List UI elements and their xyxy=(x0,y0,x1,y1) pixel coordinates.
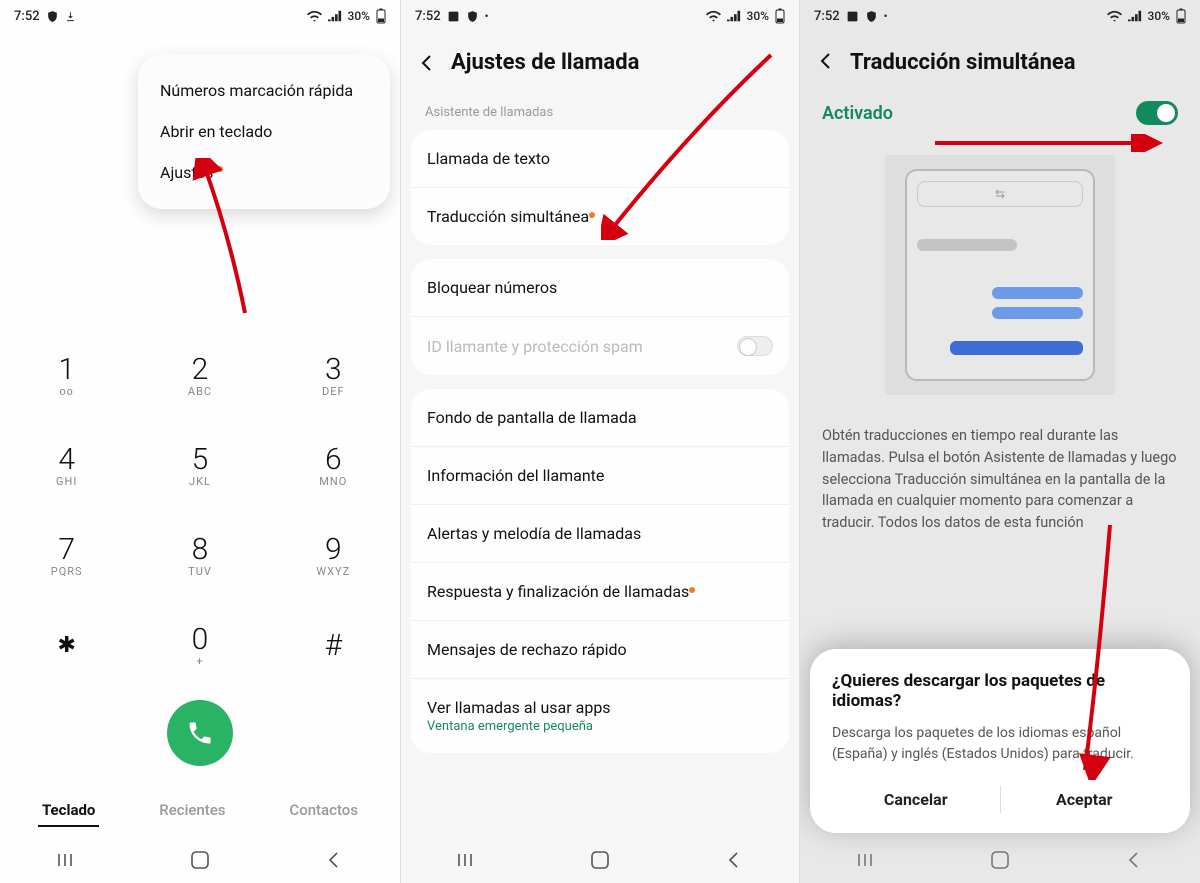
nav-home-button[interactable] xyxy=(989,849,1011,871)
nav-back-button[interactable] xyxy=(1122,849,1144,871)
feature-illustration: ⇆ xyxy=(885,155,1115,395)
signal-icon xyxy=(328,10,342,22)
key-0[interactable]: 0+ xyxy=(133,600,266,690)
battery-icon xyxy=(775,8,785,24)
status-time: 7:52 xyxy=(14,9,40,24)
accept-button[interactable]: Aceptar xyxy=(1001,782,1169,817)
cancel-button[interactable]: Cancelar xyxy=(832,782,1000,817)
status-time: 7:52 xyxy=(814,9,840,24)
shield-icon xyxy=(865,10,878,23)
key-hash[interactable]: # xyxy=(267,600,400,690)
tab-contacts[interactable]: Contactos xyxy=(285,795,362,827)
notification-dot-icon xyxy=(689,587,695,593)
menu-item-settings[interactable]: Ajustes xyxy=(138,152,390,193)
menu-item-open-keyboard[interactable]: Abrir en teclado xyxy=(138,111,390,152)
page-header: Ajustes de llamada xyxy=(401,32,799,97)
back-icon[interactable] xyxy=(816,51,836,75)
bottom-tabs: Teclado Recientes Contactos xyxy=(0,795,400,827)
shield-icon xyxy=(466,10,479,23)
nav-back-button[interactable] xyxy=(722,849,744,871)
menu-item-speed-dial[interactable]: Números marcación rápida xyxy=(138,70,390,111)
battery-percentage: 30% xyxy=(747,9,769,23)
battery-icon xyxy=(1176,8,1186,24)
key-8[interactable]: 8TUV xyxy=(133,510,266,600)
nav-recents-button[interactable] xyxy=(456,849,478,871)
tab-recents[interactable]: Recientes xyxy=(155,795,229,827)
feature-description: Obtén traducciones en tiempo real durant… xyxy=(800,425,1200,534)
signal-icon xyxy=(727,10,741,22)
signal-icon xyxy=(1128,10,1142,22)
setting-caller-info[interactable]: Información del llamante xyxy=(411,446,789,504)
setting-call-display-apps[interactable]: Ver llamadas al usar appsVentana emergen… xyxy=(411,678,789,753)
nav-bar xyxy=(401,837,799,883)
key-4[interactable]: 4GHI xyxy=(0,420,133,510)
status-bar: 7:52 • 30% xyxy=(401,0,799,32)
wifi-icon xyxy=(1107,10,1122,22)
notification-dot-icon xyxy=(589,212,595,218)
master-toggle-row[interactable]: Activado xyxy=(800,97,1200,145)
dialog-body: Descarga los paquetes de los idiomas esp… xyxy=(832,723,1168,764)
download-dialog: ¿Quieres descargar los paquetes de idiom… xyxy=(810,649,1190,833)
notification-dot-icon xyxy=(217,166,223,172)
dialpad: 1ᴏᴏ 2ABC 3DEF 4GHI 5JKL 6MNO 7PQRS 8TUV … xyxy=(0,330,400,690)
key-1[interactable]: 1ᴏᴏ xyxy=(0,330,133,420)
back-icon[interactable] xyxy=(417,53,437,73)
battery-percentage: 30% xyxy=(1148,9,1170,23)
nav-back-button[interactable] xyxy=(322,849,344,871)
nav-recents-button[interactable] xyxy=(856,849,878,871)
key-2[interactable]: 2ABC xyxy=(133,330,266,420)
nav-bar xyxy=(0,837,400,883)
nav-bar xyxy=(800,837,1200,883)
section-label: Asistente de llamadas xyxy=(401,97,799,130)
wifi-icon xyxy=(307,10,322,22)
toggle-on-icon[interactable] xyxy=(1136,101,1178,125)
nav-home-button[interactable] xyxy=(589,849,611,871)
shield-icon xyxy=(46,10,59,23)
call-button[interactable] xyxy=(167,700,233,766)
nav-home-button[interactable] xyxy=(189,849,211,871)
download-icon xyxy=(65,10,76,23)
key-7[interactable]: 7PQRS xyxy=(0,510,133,600)
swap-icon: ⇆ xyxy=(917,181,1083,207)
more-icon: • xyxy=(485,10,489,23)
activated-label: Activado xyxy=(822,103,893,124)
wifi-icon xyxy=(706,10,721,22)
key-9[interactable]: 9WXYZ xyxy=(267,510,400,600)
key-6[interactable]: 6MNO xyxy=(267,420,400,510)
status-bar: 7:52 • 30% xyxy=(800,0,1200,32)
more-icon: • xyxy=(884,10,888,23)
overflow-menu: Números marcación rápida Abrir en teclad… xyxy=(138,54,390,209)
page-title: Ajustes de llamada xyxy=(451,50,639,75)
toggle-off-icon[interactable] xyxy=(737,336,773,356)
setting-text-call[interactable]: Llamada de texto xyxy=(411,130,789,187)
battery-percentage: 30% xyxy=(348,9,370,23)
setting-answer-end-calls[interactable]: Respuesta y finalización de llamadas xyxy=(411,562,789,620)
phone-icon xyxy=(186,719,214,747)
gallery-icon xyxy=(447,10,460,23)
gallery-icon xyxy=(846,10,859,23)
key-5[interactable]: 5JKL xyxy=(133,420,266,510)
page-title: Traducción simultánea xyxy=(850,50,1076,75)
key-star[interactable]: ✱ xyxy=(0,600,133,690)
tab-keypad[interactable]: Teclado xyxy=(38,795,99,827)
setting-alerts-ringtone[interactable]: Alertas y melodía de llamadas xyxy=(411,504,789,562)
battery-icon xyxy=(376,8,386,24)
key-3[interactable]: 3DEF xyxy=(267,330,400,420)
setting-block-numbers[interactable]: Bloquear números xyxy=(411,259,789,316)
dialog-title: ¿Quieres descargar los paquetes de idiom… xyxy=(832,671,1168,711)
nav-recents-button[interactable] xyxy=(56,849,78,871)
setting-caller-id-spam[interactable]: ID llamante y protección spam xyxy=(411,316,789,375)
page-header: Traducción simultánea xyxy=(800,32,1200,97)
setting-call-background[interactable]: Fondo de pantalla de llamada xyxy=(411,389,789,446)
status-time: 7:52 xyxy=(415,9,441,24)
setting-quick-decline[interactable]: Mensajes de rechazo rápido xyxy=(411,620,789,678)
status-bar: 7:52 30% xyxy=(0,0,400,32)
setting-live-translate[interactable]: Traducción simultánea xyxy=(411,187,789,245)
